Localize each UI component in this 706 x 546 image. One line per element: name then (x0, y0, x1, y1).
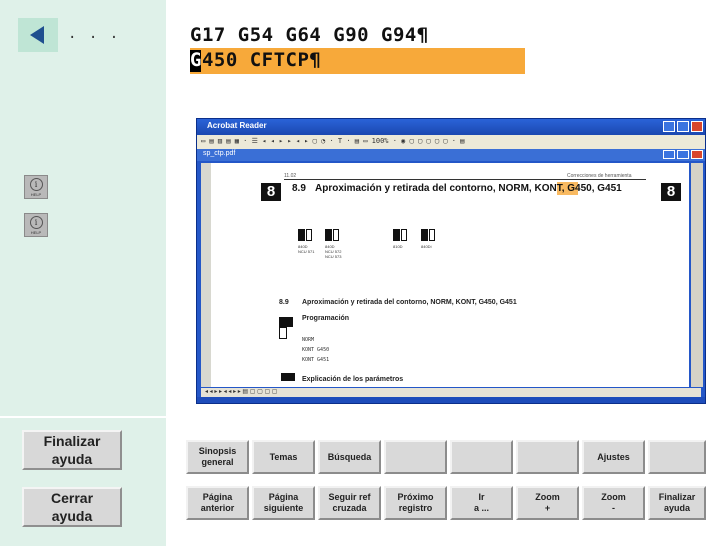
page-chapter-badge-left: 8 (261, 183, 281, 201)
controller-icon (325, 229, 339, 241)
softkey-pagina-siguiente[interactable]: Página siguiente (252, 486, 315, 520)
softkey-empty-8[interactable] (648, 440, 706, 474)
close-icon[interactable] (691, 121, 703, 132)
controller-label: 810D (393, 244, 403, 249)
softkey-row-top: Sinopsis general Temas Búsqueda Ajustes (186, 440, 706, 474)
code-line-2-highlighted: G450 CFTCP¶ (190, 48, 525, 74)
maximize-icon[interactable] (677, 121, 689, 132)
cursor-char: G (190, 49, 202, 71)
window-title: Acrobat Reader (207, 121, 267, 130)
code-line-2-text: G450 CFTCP¶ (190, 49, 322, 71)
params-icon (281, 373, 295, 381)
info-icon: i (29, 177, 43, 191)
cerrar-ayuda-button[interactable]: Cerrar ayuda (22, 487, 122, 527)
softkey-ajustes[interactable]: Ajustes (582, 440, 645, 474)
back-arrow-icon (30, 26, 44, 44)
page-chapter-badge-right: 8 (661, 183, 681, 201)
navigation-controls[interactable]: ◂ ◂ ▸ ▸ ◂ ◂ ▸ ▸ ▤ ▢ ▢ ▢ ▢ (205, 388, 277, 395)
softkey-zoom-in[interactable]: Zoom + (516, 486, 579, 520)
doc-minimize-icon[interactable] (663, 150, 675, 159)
document-title: sp_ctp.pdf (203, 150, 236, 157)
params-heading-cut: Explicación de los parámetros (302, 376, 404, 383)
back-button[interactable] (18, 18, 58, 52)
bookmarks-sidebar-tab[interactable] (201, 163, 211, 387)
softkey-busqueda[interactable]: Búsqueda (318, 440, 381, 474)
doc-maximize-icon[interactable] (677, 150, 689, 159)
help-label: HELP (30, 191, 42, 197)
softkey-empty-6[interactable] (516, 440, 579, 474)
vertical-scrollbar[interactable] (691, 163, 703, 387)
softkey-proximo-registro[interactable]: Próximo registro (384, 486, 447, 520)
softkey-temas[interactable]: Temas (252, 440, 315, 474)
controller-label: 840D NCU 571 (298, 244, 315, 254)
window-bottom-border (197, 397, 705, 403)
section-title: Aproximación y retirada del contorno, NO… (315, 183, 622, 194)
help-button-1[interactable]: i HELP (24, 175, 48, 199)
controller-label: 840Di (421, 244, 432, 249)
softkey-empty-4[interactable] (384, 440, 447, 474)
softkey-zoom-out[interactable]: Zoom - (582, 486, 645, 520)
section-title-2: Aproximación y retirada del contorno, NO… (302, 299, 517, 306)
doc-close-icon[interactable] (691, 150, 703, 159)
minimize-icon[interactable] (663, 121, 675, 132)
status-bar: ◂ ◂ ▸ ▸ ◂ ◂ ▸ ▸ ▤ ▢ ▢ ▢ ▢ (201, 388, 701, 397)
section-number: 8.9 (292, 183, 306, 194)
prog-line-1: NORM (302, 337, 315, 343)
header-rule (284, 179, 646, 180)
softkey-sinopsis-general[interactable]: Sinopsis general (186, 440, 249, 474)
back-dots: . . . (68, 26, 121, 42)
document-titlebar: sp_ctp.pdf (197, 149, 705, 161)
toolbar-icons[interactable]: ▭ ▤ ▥ ▤ ▦ · ☰ ◂ ◂ ▸ ▸ ◂ ▸ ▢ ◔ · T · ▤ ▭ … (201, 137, 464, 145)
help-button-2[interactable]: i HELP (24, 213, 48, 237)
softkey-empty-5[interactable] (450, 440, 513, 474)
softkey-pagina-anterior[interactable]: Página anterior (186, 486, 249, 520)
prog-line-2: KONT G450 (302, 347, 330, 353)
info-icon: i (29, 215, 43, 229)
acrobat-reader-window: Acrobat Reader ▭ ▤ ▥ ▤ ▦ · ☰ ◂ ◂ ▸ ▸ ◂ ▸… (196, 118, 706, 404)
pdf-page: 8 8 11.02 Correcciones de herramienta 8.… (201, 163, 689, 387)
softkey-finalizar-ayuda[interactable]: Finalizar ayuda (648, 486, 706, 520)
controller-icon (298, 229, 312, 241)
code-line-1: G17 G54 G64 G90 G94¶ (190, 24, 429, 46)
controller-icon (421, 229, 435, 241)
controller-label: 840D NCU 572 NCU 573 (325, 244, 342, 259)
left-panel (0, 0, 166, 416)
programming-icon (279, 317, 293, 339)
programming-heading: Programación (302, 315, 350, 322)
window-titlebar: Acrobat Reader (197, 119, 705, 135)
prog-line-3: KONT G451 (302, 357, 330, 363)
help-label: HELP (30, 229, 42, 235)
acrobat-toolbar: ▭ ▤ ▥ ▤ ▦ · ☰ ◂ ◂ ▸ ▸ ◂ ▸ ▢ ◔ · T · ▤ ▭ … (197, 135, 705, 149)
softkey-seguir-ref-cruzada[interactable]: Seguir ref cruzada (318, 486, 381, 520)
softkey-row-bottom: Página anterior Página siguiente Seguir … (186, 486, 706, 520)
controller-icon (393, 229, 407, 241)
softkey-ir-a[interactable]: Ir a ... (450, 486, 513, 520)
finalizar-ayuda-button[interactable]: Finalizar ayuda (22, 430, 122, 470)
section-number-2: 8.9 (279, 299, 289, 306)
